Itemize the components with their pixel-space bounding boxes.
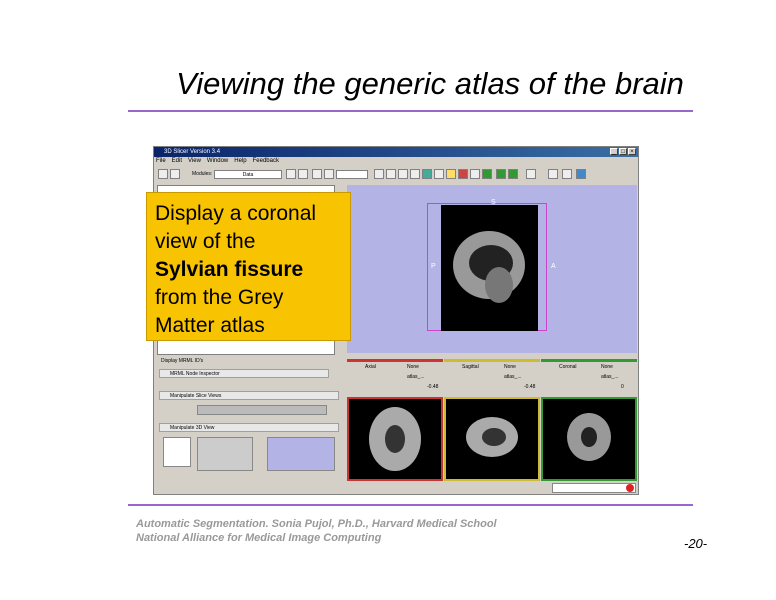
camera-icon[interactable]	[410, 169, 420, 179]
load-icon[interactable]	[170, 169, 180, 179]
measure-icon[interactable]	[470, 169, 480, 179]
slide-title: Viewing the generic atlas of the brain	[176, 66, 684, 101]
coronal-bg-label[interactable]: None	[601, 364, 613, 370]
axial-bg-label[interactable]: None	[407, 364, 419, 370]
orientation-anterior: A	[551, 263, 556, 270]
menu-feedback[interactable]: Feedback	[253, 157, 279, 166]
transform-icon[interactable]	[398, 169, 408, 179]
sagittal-slice-view[interactable]	[444, 397, 540, 481]
display-mrml-ids-checkbox[interactable]: Display MRML ID's	[161, 358, 203, 364]
module-refresh-icon[interactable]	[324, 169, 334, 179]
footer-line-2: National Alliance for Medical Image Comp…	[136, 532, 382, 544]
sync-icon[interactable]	[576, 169, 586, 179]
render-icon[interactable]	[482, 169, 492, 179]
sagittal-label[interactable]: Sagittal	[462, 364, 479, 370]
coronal-label[interactable]: Coronal	[559, 364, 577, 370]
home-icon[interactable]	[158, 169, 168, 179]
view-orientation-widget[interactable]	[163, 437, 191, 467]
minimize-button[interactable]: _	[610, 148, 618, 155]
axial-fg-label[interactable]: atlas_...	[407, 374, 425, 380]
model-icon[interactable]	[422, 169, 432, 179]
modules-label: Modules:	[192, 171, 213, 177]
3d-navigator[interactable]	[267, 437, 335, 471]
orientation-posterior: P	[431, 263, 436, 270]
window-titlebar: 3D Slicer Version 3.4	[154, 147, 638, 157]
volumes-icon[interactable]	[446, 169, 456, 179]
footer-divider	[128, 504, 693, 506]
status-field	[552, 483, 636, 493]
callout-line-4: from the Grey	[155, 286, 284, 309]
fiducials-icon[interactable]	[458, 169, 468, 179]
undo-icon[interactable]	[496, 169, 506, 179]
callout-line-5: Matter atlas	[155, 314, 265, 337]
footer-line-1: Automatic Segmentation. Sonia Pujol, Ph.…	[136, 518, 497, 530]
error-log-icon[interactable]	[626, 484, 634, 492]
window-controls: _ □ ×	[610, 148, 636, 155]
menu-view[interactable]: View	[188, 157, 201, 166]
module-history-icon[interactable]	[312, 169, 322, 179]
maximize-button[interactable]: □	[619, 148, 627, 155]
manipulate-slice-views-header[interactable]: Manipulate Slice Views	[159, 391, 339, 400]
redo-icon[interactable]	[508, 169, 518, 179]
callout-line-2: view of the	[155, 230, 256, 253]
arrow-down-icon[interactable]	[562, 169, 572, 179]
coronal-slice-view[interactable]	[541, 397, 637, 481]
sagittal-bg-label[interactable]: None	[504, 364, 516, 370]
slice-view-controls[interactable]	[197, 405, 327, 415]
mrml-node-inspector[interactable]: MRML Node Inspector	[159, 369, 329, 378]
callout-line-1: Display a coronal	[155, 202, 317, 225]
instruction-callout: Display a coronal view of the Sylvian fi…	[146, 192, 351, 341]
prev-module-icon[interactable]	[286, 169, 296, 179]
axial-label[interactable]: Axial	[365, 364, 376, 370]
menu-window[interactable]: Window	[207, 157, 228, 166]
axial-slice-controls: Axial None atlas_... -0.48	[347, 359, 443, 394]
axial-offset: -0.48	[427, 384, 439, 390]
view-icon[interactable]	[386, 169, 396, 179]
page-number: -20-	[684, 536, 708, 551]
sagittal-slice-controls: Sagittal None atlas_... -0.48	[444, 359, 540, 394]
editor-icon[interactable]	[434, 169, 444, 179]
menubar: File Edit View Window Help Feedback	[156, 157, 279, 166]
manipulate-3d-view-header[interactable]: Manipulate 3D View	[159, 423, 339, 432]
callout-line-3: Sylvian fissure	[155, 258, 304, 281]
sagittal-brain-render	[441, 205, 538, 331]
window-title: 3D Slicer Version 3.4	[164, 149, 221, 155]
menu-edit[interactable]: Edit	[172, 157, 182, 166]
axial-slice-view[interactable]	[347, 397, 443, 481]
sagittal-fg-label[interactable]: atlas_...	[504, 374, 522, 380]
save-icon[interactable]	[526, 169, 536, 179]
modules-dropdown[interactable]: Data	[214, 170, 282, 179]
sagittal-offset: -0.48	[524, 384, 536, 390]
next-module-icon[interactable]	[298, 169, 308, 179]
coronal-offset: 0	[621, 384, 624, 390]
pin-icon[interactable]	[548, 169, 558, 179]
coronal-slice-controls: Coronal None atlas_... 0	[541, 359, 637, 394]
3d-view[interactable]: S P A	[347, 185, 637, 353]
close-button[interactable]: ×	[628, 148, 636, 155]
toolbar: Modules: Data	[156, 169, 636, 181]
3d-view-controls[interactable]	[197, 437, 253, 471]
layout-icon[interactable]	[374, 169, 384, 179]
coronal-fg-label[interactable]: atlas_...	[601, 374, 619, 380]
menu-help[interactable]: Help	[234, 157, 246, 166]
module-search-input[interactable]	[336, 170, 368, 179]
menu-file[interactable]: File	[156, 157, 166, 166]
title-divider	[128, 110, 693, 112]
orientation-superior: S	[491, 199, 496, 206]
